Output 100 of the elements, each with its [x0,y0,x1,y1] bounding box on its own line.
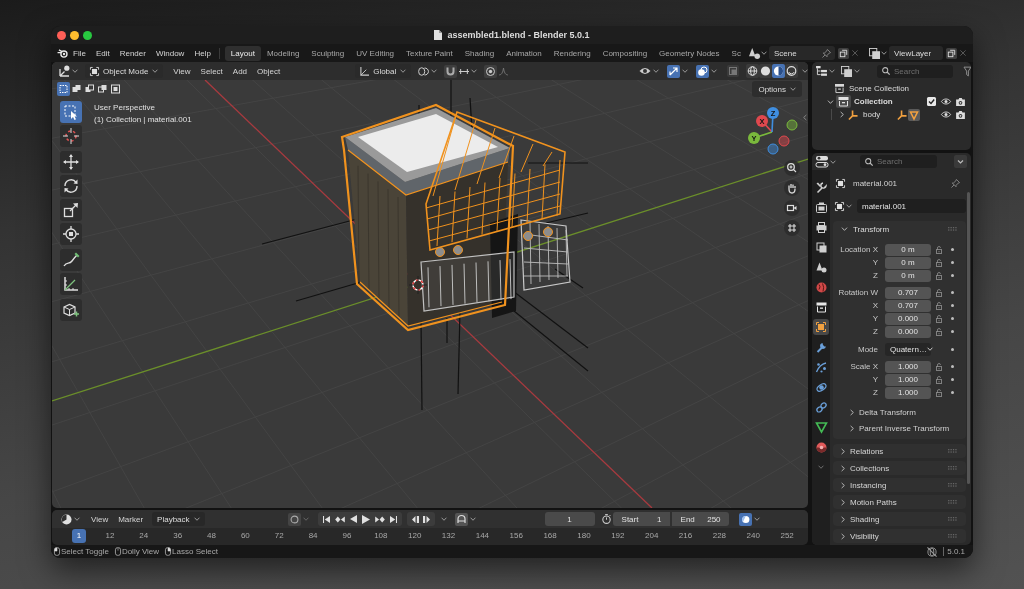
keying-icon[interactable] [454,512,468,526]
view-layer-field[interactable]: ViewLayer [889,46,943,60]
current-frame-marker[interactable]: 1 [72,528,86,543]
workspace-tab[interactable]: Rendering [547,45,597,61]
keyframe-dot-icon[interactable] [950,347,954,351]
menu-item[interactable]: Help [189,46,216,60]
step-forward-icon[interactable] [422,515,430,523]
workspace-tab[interactable]: Compositing [596,45,654,61]
lock-icon[interactable] [935,375,942,384]
play-reverse-icon[interactable] [349,515,357,523]
scale-tool-icon[interactable] [60,199,82,221]
lock-icon[interactable] [935,362,942,371]
lock-icon[interactable] [935,288,942,297]
scene-field[interactable]: Scene [769,46,835,60]
collection-icon[interactable] [815,301,827,313]
pin-icon[interactable] [822,48,831,58]
camera-icon[interactable] [956,97,965,106]
drag-handle-icon[interactable] [948,517,957,521]
pivot-icon[interactable] [418,66,430,76]
ruler-tool-icon[interactable] [60,273,82,295]
previous-keyframe-icon[interactable] [334,515,345,523]
workspace-tab[interactable]: Animation [500,45,548,61]
triangle-icon[interactable] [908,108,921,121]
chevron-right-icon[interactable] [841,447,845,455]
options-button[interactable]: Options [752,81,802,97]
workspace-tab[interactable]: Shading [458,45,501,61]
eye-icon[interactable] [941,98,951,105]
panel-title[interactable]: Visibility [850,531,879,541]
number-field[interactable]: 1.000 [885,373,931,386]
printer-icon[interactable] [815,221,827,233]
panel-title[interactable]: Relations [850,446,884,456]
number-field[interactable]: 0 m [885,256,931,269]
properties-editor-icon[interactable] [816,156,828,167]
editor-type-icon[interactable] [58,65,70,77]
zoom-window-icon[interactable] [83,30,92,40]
3d-cursor-icon[interactable] [408,275,428,295]
outliner-editor-icon[interactable] [816,66,827,76]
orbit-icon[interactable] [815,381,827,393]
panel-title[interactable]: Shading [850,514,880,524]
bone-icon[interactable] [848,109,858,120]
lock-icon[interactable] [935,314,942,323]
keyframe-dot-icon[interactable] [950,365,954,368]
sphere-toggle-icon[interactable] [738,512,752,526]
chevron-right-icon[interactable] [840,111,844,118]
add-cube-tool-icon[interactable] [60,299,82,321]
render-icon[interactable] [815,201,827,213]
lock-icon[interactable] [935,327,942,336]
negative-x-handle[interactable] [778,135,790,147]
menu-item[interactable]: View [168,64,196,78]
number-field[interactable]: 0.000 [885,325,931,338]
drag-handle-icon[interactable] [948,227,957,231]
menu-item[interactable]: Object [252,64,286,78]
filter-icon[interactable] [964,66,971,76]
duplicate-icon[interactable] [838,47,849,59]
overlays-icon[interactable] [696,64,709,78]
jump-to-end-icon[interactable] [389,515,397,523]
panel-title[interactable]: Instancing [850,480,887,490]
start-frame-field[interactable]: Start 1 [612,512,670,526]
eye-icon[interactable] [941,111,951,118]
negative-y-handle[interactable] [786,119,798,131]
menu-item[interactable]: Edit [90,46,115,60]
menu-item[interactable]: View [86,512,114,526]
keyframe-dot-icon[interactable] [950,304,954,307]
drag-handle-icon[interactable] [948,500,957,504]
move-tool-icon[interactable] [60,151,82,173]
new-selection-icon[interactable] [57,82,70,96]
number-field[interactable]: 0.707 [885,299,931,312]
invert-selection-icon[interactable] [96,82,109,96]
scene-icon[interactable] [815,261,827,273]
workspace-tab[interactable]: Geometry Nodes [653,45,726,61]
lock-icon[interactable] [935,258,942,267]
panel-title[interactable]: Transform [853,224,890,234]
menu-item[interactable]: Window [150,46,190,60]
object-icon[interactable] [813,319,829,335]
jump-to-start-icon[interactable] [322,515,330,523]
menu-item[interactable]: Render [114,46,151,60]
negative-z-handle[interactable] [767,143,779,155]
keyframe-dot-icon[interactable] [950,330,954,333]
menu-item[interactable]: Select [195,64,228,78]
chevron-down-icon[interactable] [841,227,848,231]
intersect-selection-icon[interactable] [109,82,122,96]
caret-icon[interactable] [954,155,967,168]
pin-icon[interactable] [951,179,960,188]
menu-item[interactable]: Add [227,64,253,78]
material-shading-icon[interactable] [772,64,785,78]
bone-icon[interactable] [897,109,908,120]
blender-logo-icon[interactable] [57,48,68,58]
object-icon[interactable] [835,201,844,211]
collection-icon[interactable] [836,95,851,108]
keyframe-dot-icon[interactable] [950,291,954,294]
timeline-editor-icon[interactable] [61,513,72,525]
close-window-icon[interactable] [57,30,66,40]
lock-icon[interactable] [935,245,942,254]
image-stack-icon[interactable] [869,47,880,59]
wireframe-shading-icon[interactable] [746,64,759,78]
playback-dropdown[interactable]: Playback [152,512,205,526]
scene-icon[interactable] [749,47,760,59]
stopwatch-icon[interactable] [601,514,611,524]
rotate-tool-icon[interactable] [60,175,82,197]
wrench-icon[interactable] [815,341,827,353]
